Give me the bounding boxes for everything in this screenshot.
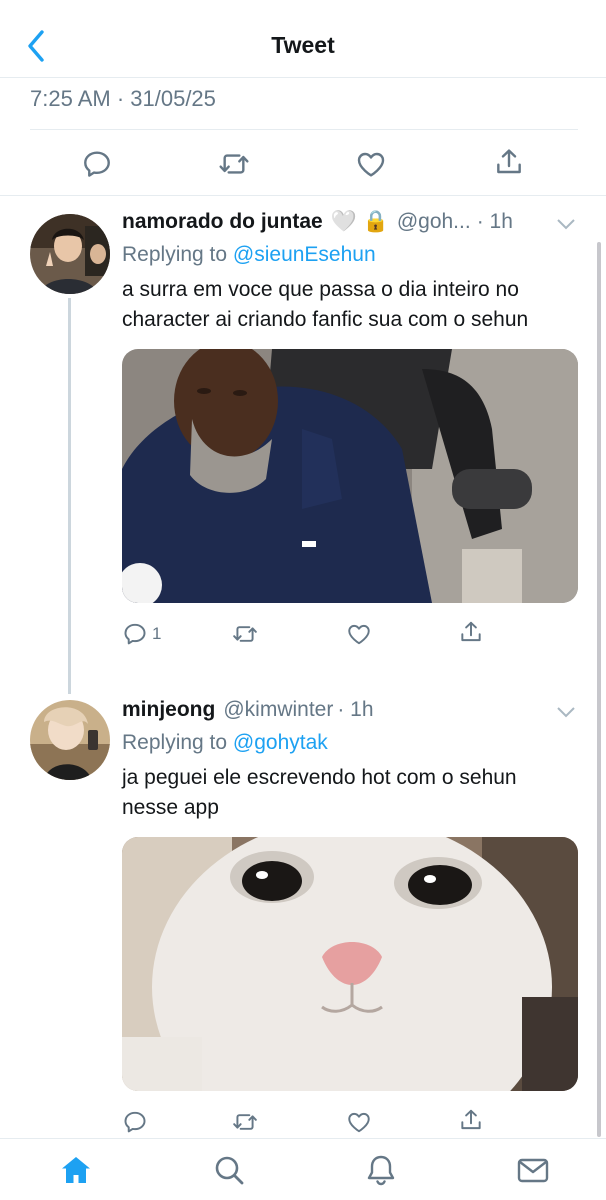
like-icon bbox=[346, 1109, 372, 1135]
reply-button[interactable] bbox=[81, 148, 113, 180]
tweet-time: · 1h bbox=[337, 698, 374, 721]
retweet-button[interactable] bbox=[218, 148, 250, 180]
replying-to: Replying to @gohytak bbox=[122, 731, 578, 755]
search-icon[interactable] bbox=[212, 1153, 246, 1187]
reply-count: 1 bbox=[152, 624, 162, 643]
retweet-icon bbox=[232, 621, 258, 647]
notifications-icon[interactable] bbox=[364, 1153, 398, 1187]
share-button[interactable] bbox=[458, 619, 484, 645]
retweet-icon bbox=[232, 1109, 258, 1135]
reply-icon bbox=[122, 621, 148, 647]
reply-action-bar: 1 bbox=[122, 617, 578, 657]
retweet-icon bbox=[218, 148, 250, 180]
nav-header: Tweet bbox=[0, 0, 606, 78]
share-button[interactable] bbox=[458, 1107, 484, 1133]
reply-button[interactable] bbox=[122, 1109, 152, 1135]
tweet-timestamp: 7:25 AM · 31/05/25 bbox=[30, 86, 216, 111]
reply-button[interactable]: 1 bbox=[122, 621, 161, 647]
tweet-text: ja peguei ele escrevendo hot com o sehun… bbox=[122, 766, 517, 819]
messages-icon[interactable] bbox=[516, 1153, 550, 1187]
badge-icons: 🤍 🔒 bbox=[330, 210, 389, 233]
retweet-button[interactable] bbox=[232, 1109, 258, 1135]
bottom-tab-bar bbox=[0, 1138, 606, 1200]
like-icon bbox=[355, 148, 387, 180]
mention-link[interactable]: @sieunEsehun bbox=[233, 243, 376, 266]
thread-line bbox=[68, 298, 71, 694]
share-icon bbox=[458, 619, 484, 645]
avatar[interactable] bbox=[30, 214, 110, 294]
tweet-text: a surra em voce que passa o dia inteiro … bbox=[122, 278, 529, 331]
user-handle[interactable]: @kimwinter bbox=[223, 698, 333, 722]
mention-link[interactable]: @gohytak bbox=[233, 731, 328, 754]
tweet-action-bar bbox=[0, 130, 606, 196]
replying-label: Replying to bbox=[122, 243, 228, 266]
like-icon bbox=[346, 621, 372, 647]
reply-icon bbox=[122, 1109, 148, 1135]
retweet-button[interactable] bbox=[232, 621, 258, 647]
share-icon bbox=[458, 1107, 484, 1133]
like-button[interactable] bbox=[346, 621, 372, 647]
avatar[interactable] bbox=[30, 700, 110, 780]
display-name[interactable]: minjeong bbox=[122, 698, 215, 722]
page-title: Tweet bbox=[271, 32, 335, 58]
replying-to: Replying to @sieunEsehun bbox=[122, 243, 578, 267]
user-handle[interactable]: @goh... bbox=[397, 210, 471, 234]
tweet-time: · 1h bbox=[476, 210, 513, 233]
like-button[interactable] bbox=[355, 148, 387, 180]
share-button[interactable] bbox=[493, 146, 525, 178]
tweet-photo[interactable] bbox=[122, 837, 578, 1091]
share-icon bbox=[493, 146, 525, 178]
replying-label: Replying to bbox=[122, 731, 228, 754]
tweet-photo[interactable] bbox=[122, 349, 578, 603]
scrollbar[interactable] bbox=[597, 242, 601, 1137]
like-button[interactable] bbox=[346, 1109, 372, 1135]
display-name[interactable]: namorado do juntae bbox=[122, 210, 323, 234]
home-icon[interactable] bbox=[59, 1153, 93, 1187]
reply-icon bbox=[81, 148, 113, 180]
